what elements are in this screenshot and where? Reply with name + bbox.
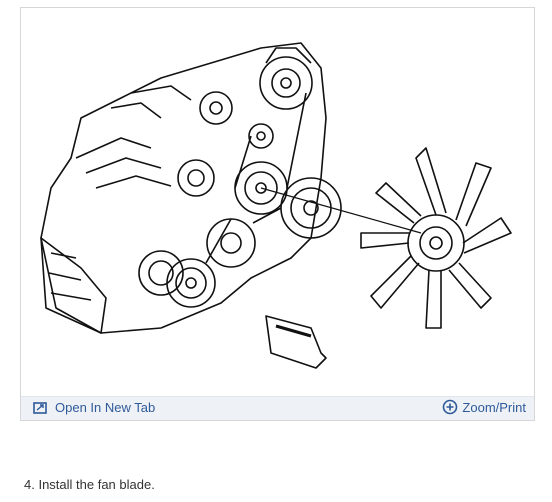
- step-caption: 4. Install the fan blade.: [24, 477, 155, 492]
- figure-toolbar: Open In New Tab Zoom/Print: [21, 396, 534, 420]
- figure-card: Open In New Tab Zoom/Print: [20, 7, 535, 421]
- engine-fan-diagram: [40, 42, 512, 369]
- open-in-new-tab-icon: [33, 401, 47, 414]
- zoom-print-label: Zoom/Print: [462, 399, 526, 415]
- zoom-print-link[interactable]: Zoom/Print: [442, 399, 526, 415]
- open-in-new-tab-link[interactable]: Open In New Tab: [33, 400, 155, 415]
- zoom-plus-circle-icon: [443, 399, 458, 415]
- open-in-new-tab-label: Open In New Tab: [55, 400, 156, 415]
